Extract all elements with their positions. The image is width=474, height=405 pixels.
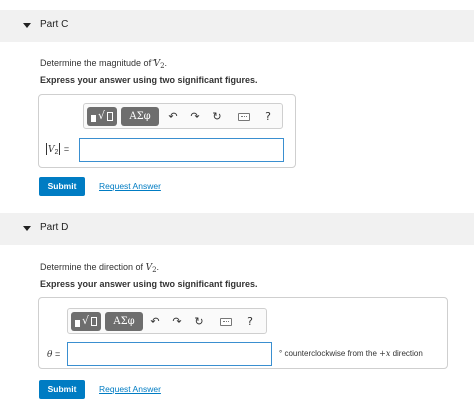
caret-down-icon[interactable] [23,23,31,28]
part-d-submit-button[interactable]: Submit [39,380,85,399]
part-d-header[interactable]: Part D [0,213,474,245]
help-icon[interactable]: ? [262,108,274,125]
part-d-answer-label: θ = [47,349,61,360]
prompt-text: Determine the magnitude of [40,58,154,68]
templates-button[interactable]: √ [87,107,117,126]
part-d-title: Part D [40,222,69,233]
part-d-request-answer-link[interactable]: Request Answer [99,384,161,394]
reset-icon[interactable]: ↻ [192,313,206,330]
undo-icon[interactable]: ↶ [148,313,162,330]
direction-input[interactable] [67,342,272,366]
greek-button[interactable]: ΑΣφ [121,107,159,126]
part-c-answer-box: √ ΑΣφ ↶ ↷ ↻ ? V2 = [38,94,296,168]
part-c-submit-button[interactable]: Submit [39,177,85,196]
templates-button[interactable]: √ [71,312,101,331]
part-d-instruction: Express your answer using two significan… [40,279,258,289]
part-c-title: Part C [40,19,69,30]
help-icon[interactable]: ? [244,313,256,330]
undo-icon[interactable]: ↶ [166,108,180,125]
part-c-request-answer-link[interactable]: Request Answer [99,181,161,191]
math-toolbar: √ ΑΣφ ↶ ↷ ↻ ? [67,308,267,334]
vector-var: ⃗V2 [153,59,165,70]
redo-icon[interactable]: ↷ [188,108,202,125]
part-d-prompt: Determine the direction of V2. [40,262,160,274]
magnitude-input[interactable] [79,138,284,162]
reset-icon[interactable]: ↻ [210,108,224,125]
part-d-answer-box: √ ΑΣφ ↶ ↷ ↻ ? θ = ° counterclockwise fro… [38,297,448,369]
redo-icon[interactable]: ↷ [170,313,184,330]
keyboard-icon[interactable] [220,318,232,326]
part-c-answer-label: V2 = [46,143,70,156]
part-c-header[interactable]: Part C [0,10,474,42]
caret-down-icon[interactable] [23,226,31,231]
vector-var: V2 [145,263,157,274]
greek-button[interactable]: ΑΣφ [105,312,143,331]
direction-unit: ° counterclockwise from the +x direction [279,349,423,358]
math-toolbar: √ ΑΣφ ↶ ↷ ↻ ? [83,103,283,129]
part-c-prompt: Determine the magnitude of ⃗V2. [40,58,168,70]
keyboard-icon[interactable] [238,113,250,121]
part-c-instruction: Express your answer using two significan… [40,75,258,85]
prompt-text: Determine the direction of [40,262,146,272]
